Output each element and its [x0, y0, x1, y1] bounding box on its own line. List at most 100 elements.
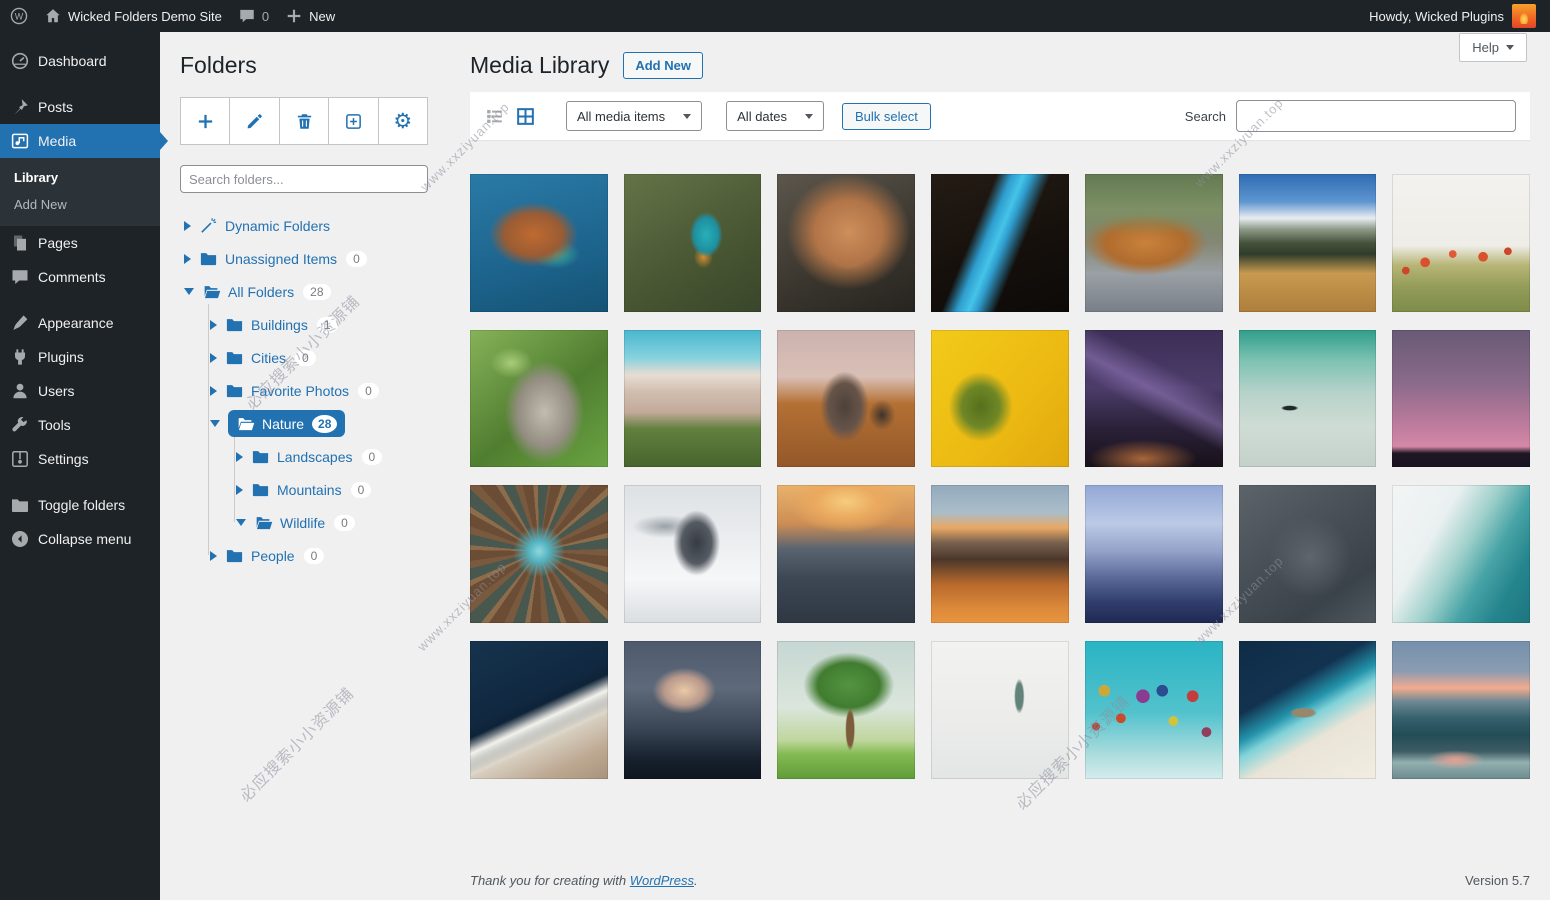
- folder-pill: Nature28: [228, 410, 345, 437]
- media-type-filter-value: All media items: [577, 109, 665, 124]
- sidebar-item-settings[interactable]: Settings: [0, 442, 160, 476]
- wordpress-logo-menu[interactable]: W: [10, 7, 28, 25]
- bulk-select-button[interactable]: Bulk select: [842, 103, 931, 130]
- media-item-fox[interactable]: [777, 174, 915, 312]
- media-item-sunflower[interactable]: [931, 330, 1069, 468]
- media-item-milky-way[interactable]: [1085, 330, 1223, 468]
- media-item-poppy-field[interactable]: [1392, 174, 1530, 312]
- chevron-right-icon[interactable]: [184, 221, 191, 231]
- folder-icon: [225, 381, 244, 400]
- media-item-kingfisher[interactable]: [624, 174, 762, 312]
- date-filter[interactable]: All dates: [726, 101, 824, 131]
- media-header: Media Library Add New: [470, 52, 1530, 79]
- folder-item-nature[interactable]: Nature28: [180, 407, 428, 440]
- folder-icon: [251, 480, 270, 499]
- sidebar-item-comments[interactable]: Comments: [0, 260, 160, 294]
- media-item-mountain-valley[interactable]: [1239, 174, 1377, 312]
- rename-folder-button[interactable]: [229, 97, 279, 145]
- media-item-big-tree[interactable]: [777, 641, 915, 779]
- folder-item-all-folders[interactable]: All Folders28: [180, 275, 428, 308]
- folder-item-wildlife[interactable]: Wildlife0: [180, 506, 428, 539]
- folder-item-unassigned-items[interactable]: Unassigned Items0: [180, 242, 428, 275]
- media-item-sea-turtle[interactable]: [470, 174, 608, 312]
- folder-item-people[interactable]: People0: [180, 539, 428, 572]
- add-subfolder-button[interactable]: [328, 97, 378, 145]
- sidebar-item-users[interactable]: Users: [0, 374, 160, 408]
- sidebar-item-tools[interactable]: Tools: [0, 408, 160, 442]
- folder-item-buildings[interactable]: Buildings1: [180, 308, 428, 341]
- folder-item-favorite-photos[interactable]: Favorite Photos0: [180, 374, 428, 407]
- media-item-river-valley-dusk[interactable]: [1392, 641, 1530, 779]
- sidebar-item-plugins[interactable]: Plugins: [0, 340, 160, 374]
- chevron-right-icon[interactable]: [236, 452, 243, 462]
- media-item-hot-air-balloons[interactable]: [1085, 641, 1223, 779]
- plus-square-icon: [344, 112, 363, 131]
- folder-icon: [199, 249, 218, 268]
- sidebar-item-label: Toggle folders: [38, 497, 125, 513]
- chevron-down-icon: [805, 114, 813, 119]
- date-filter-value: All dates: [737, 109, 787, 124]
- media-item-statue-of-liberty[interactable]: [931, 641, 1069, 779]
- sidebar-item-pages[interactable]: Pages: [0, 226, 160, 260]
- media-item-canyon-river[interactable]: [931, 174, 1069, 312]
- folder-open-icon: [236, 414, 255, 433]
- media-item-owl[interactable]: [470, 330, 608, 468]
- folder-settings-button[interactable]: ⚙: [378, 97, 428, 145]
- folder-item-landscapes[interactable]: Landscapes0: [180, 440, 428, 473]
- submenu-item-library[interactable]: Library: [0, 164, 160, 191]
- version-text: Version 5.7: [1465, 873, 1530, 888]
- media-item-boat-beach[interactable]: [1239, 641, 1377, 779]
- account-menu[interactable]: Howdy, Wicked Plugins: [1369, 4, 1536, 28]
- sidebar-item-collapse-menu[interactable]: Collapse menu: [0, 522, 160, 556]
- media-item-sunset-clouds[interactable]: [931, 485, 1069, 623]
- chevron-right-icon[interactable]: [210, 551, 217, 561]
- media-item-pink-dusk[interactable]: [1392, 330, 1530, 468]
- media-item-misty-blue-mountains[interactable]: [1085, 485, 1223, 623]
- media-item-winter-forest-sunset[interactable]: [777, 485, 915, 623]
- media-item-tiger[interactable]: [1085, 174, 1223, 312]
- wordpress-link[interactable]: WordPress: [630, 873, 694, 888]
- media-item-dark-shore[interactable]: [470, 641, 608, 779]
- new-content-menu[interactable]: New: [285, 7, 335, 25]
- media-item-waterfall-bird[interactable]: [1239, 330, 1377, 468]
- comments-count: 0: [262, 9, 269, 24]
- media-type-filter[interactable]: All media items: [566, 101, 702, 131]
- chevron-right-icon[interactable]: [236, 485, 243, 495]
- submenu-item-add-new[interactable]: Add New: [0, 191, 160, 218]
- chevron-right-icon[interactable]: [210, 353, 217, 363]
- plugins-icon: [10, 347, 30, 367]
- folder-item-cities[interactable]: Cities0: [180, 341, 428, 374]
- sidebar-item-posts[interactable]: Posts: [0, 90, 160, 124]
- chevron-right-icon[interactable]: [210, 386, 217, 396]
- media-item-forest-canopy[interactable]: [470, 485, 608, 623]
- site-name-link[interactable]: Wicked Folders Demo Site: [44, 7, 222, 25]
- delete-folder-button[interactable]: [279, 97, 329, 145]
- grid-view-icon[interactable]: [515, 106, 536, 127]
- folder-item-mountains[interactable]: Mountains0: [180, 473, 428, 506]
- list-view-icon[interactable]: [484, 106, 505, 127]
- sidebar-item-dashboard[interactable]: Dashboard: [0, 44, 160, 78]
- media-item-elephant[interactable]: [777, 330, 915, 468]
- chevron-down-icon[interactable]: [184, 288, 194, 295]
- sidebar-item-toggle-folders[interactable]: Toggle folders: [0, 488, 160, 522]
- sidebar-item-media[interactable]: Media: [0, 124, 160, 158]
- chevron-right-icon[interactable]: [184, 254, 191, 264]
- add-new-button[interactable]: Add New: [623, 52, 703, 79]
- media-item-fjord-clouds[interactable]: [624, 641, 762, 779]
- folder-item-dynamic-folders[interactable]: Dynamic Folders: [180, 209, 428, 242]
- comments-shortcut[interactable]: 0: [238, 7, 269, 25]
- chevron-down-icon[interactable]: [236, 519, 246, 526]
- folder-count-badge: 1: [317, 317, 338, 333]
- add-folder-button[interactable]: [180, 97, 230, 145]
- media-item-mountain-peak-clouds[interactable]: [624, 485, 762, 623]
- help-tab[interactable]: Help: [1459, 33, 1527, 62]
- folder-search-input[interactable]: [180, 165, 428, 193]
- media-item-ocean-wave[interactable]: [1392, 485, 1530, 623]
- media-item-aerial-forest[interactable]: [1239, 485, 1377, 623]
- chevron-down-icon[interactable]: [210, 420, 220, 427]
- admin-bar: W Wicked Folders Demo Site 0 New Howdy, …: [0, 0, 1550, 32]
- sidebar-item-appearance[interactable]: Appearance: [0, 306, 160, 340]
- chevron-right-icon[interactable]: [210, 320, 217, 330]
- media-item-sand-dune[interactable]: [624, 330, 762, 468]
- media-search-input[interactable]: [1236, 100, 1516, 132]
